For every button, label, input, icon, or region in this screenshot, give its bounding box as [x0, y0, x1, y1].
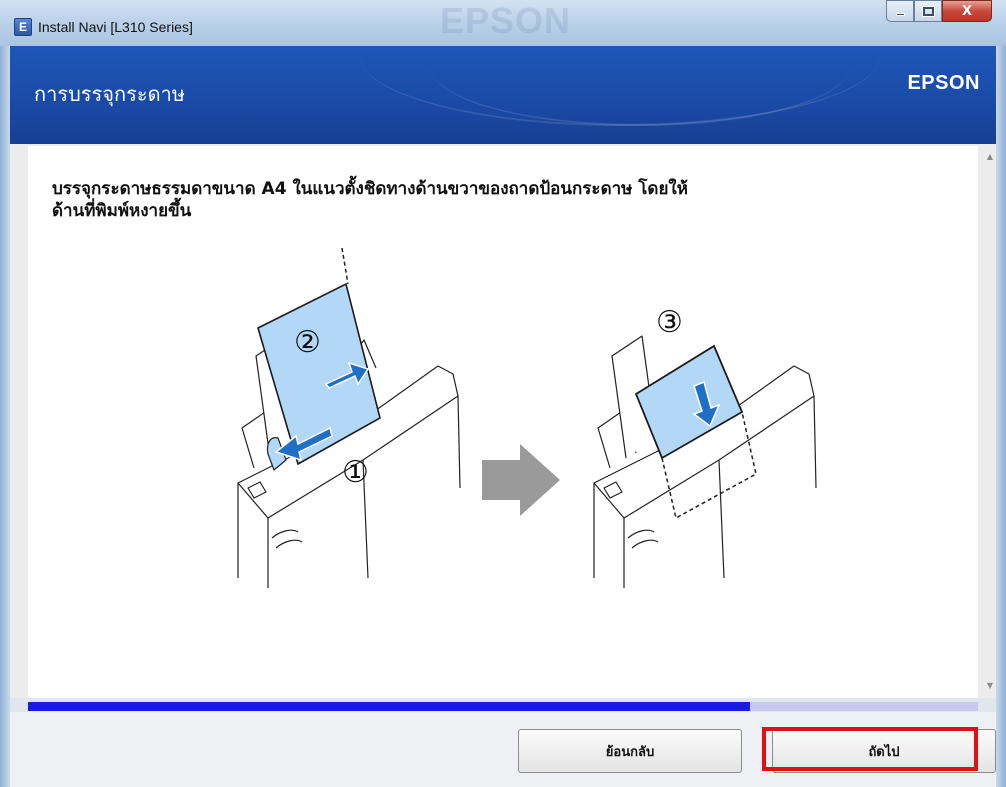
- instruction-line-2: ด้านที่พิมพ์หงายขึ้น: [52, 201, 192, 221]
- maximize-icon: [921, 5, 935, 17]
- minimize-icon: [895, 12, 905, 16]
- progress-bar: [28, 702, 978, 711]
- scroll-up-arrow-icon[interactable]: ▲: [987, 152, 993, 161]
- next-button-highlight: [762, 727, 978, 771]
- title-watermark: EPSON: [440, 0, 572, 41]
- instruction-line-1: บรรจุกระดาษธรรมดาขนาด A4 ในแนวตั้งชิดทาง…: [52, 179, 688, 199]
- maximize-button[interactable]: [914, 0, 942, 22]
- minimize-button[interactable]: [886, 0, 914, 22]
- window-title: Install Navi [L310 Series]: [38, 19, 193, 35]
- next-step-arrow-icon: [482, 444, 560, 516]
- footer-bar: ย้อนกลับ ถัดไป: [10, 712, 996, 787]
- content-panel: บรรจุกระดาษธรรมดาขนาด A4 ในแนวตั้งชิดทาง…: [10, 144, 996, 698]
- step-1-label: ①: [342, 455, 369, 490]
- epson-logo: EPSON: [907, 72, 980, 94]
- install-navi-window: E Install Navi [L310 Series] EPSON X การ…: [0, 0, 1006, 787]
- progress-bar-fill: [28, 702, 750, 711]
- window-controls: X: [886, 0, 992, 26]
- paper-loading-illustration: ② ① ③: [237, 248, 817, 588]
- scroll-down-arrow-icon[interactable]: ▼: [987, 681, 993, 690]
- title-bar[interactable]: E Install Navi [L310 Series] EPSON X: [0, 0, 1006, 46]
- page-title: การบรรจุกระดาษ: [34, 82, 185, 106]
- back-button[interactable]: ย้อนกลับ: [518, 729, 742, 773]
- close-button[interactable]: X: [942, 0, 992, 22]
- instruction-text: บรรจุกระดาษธรรมดาขนาด A4 ในแนวตั้งชิดทาง…: [52, 178, 952, 222]
- close-icon: X: [961, 3, 973, 19]
- epson-app-icon: E: [14, 18, 32, 36]
- page-header: การบรรจุกระดาษ EPSON: [10, 46, 996, 144]
- step-3-label: ③: [656, 305, 683, 340]
- window-border-right: [996, 46, 1006, 787]
- step-2-label: ②: [294, 325, 321, 360]
- window-border-left: [0, 46, 10, 787]
